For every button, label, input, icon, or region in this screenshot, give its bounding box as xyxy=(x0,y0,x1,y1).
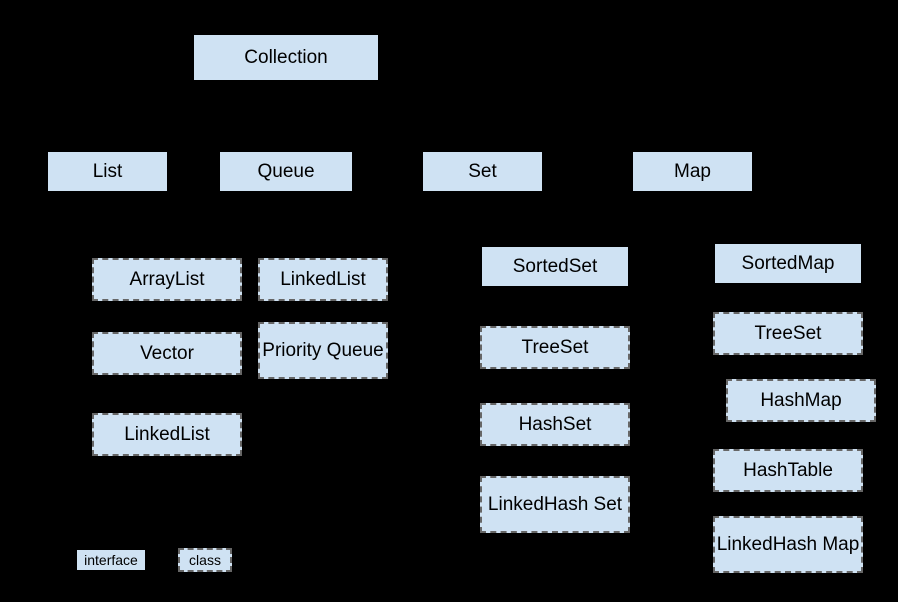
label: interface xyxy=(84,552,138,568)
label: HashSet xyxy=(519,414,592,436)
node-linkedlist-queue: LinkedList xyxy=(258,258,388,301)
node-vector: Vector xyxy=(92,332,242,375)
label: HashMap xyxy=(760,390,841,412)
label: TreeSet xyxy=(522,337,589,359)
node-priorityqueue: Priority Queue xyxy=(258,322,388,379)
label: Vector xyxy=(140,343,194,365)
node-sortedset: SortedSet xyxy=(480,245,630,288)
label: LinkedList xyxy=(124,424,210,446)
legend-class: class xyxy=(178,548,232,572)
node-hashmap: HashMap xyxy=(726,379,876,422)
label: ArrayList xyxy=(130,269,205,291)
node-sortedmap: SortedMap xyxy=(713,242,863,285)
label: SortedSet xyxy=(513,256,598,278)
node-linkedlist-list: LinkedList xyxy=(92,413,242,456)
node-linkedhashset: LinkedHash Set xyxy=(480,476,630,533)
label: Priority Queue xyxy=(262,340,383,362)
label: LinkedList xyxy=(280,269,366,291)
node-list: List xyxy=(46,150,169,193)
node-queue: Queue xyxy=(218,150,354,193)
label: Map xyxy=(674,161,711,183)
label: LinkedHash Set xyxy=(488,494,622,516)
node-set: Set xyxy=(421,150,544,193)
connector-lines xyxy=(0,0,898,602)
legend-interface: interface xyxy=(75,548,147,572)
label: LinkedHash Map xyxy=(717,534,860,556)
label: SortedMap xyxy=(742,253,835,275)
label: Set xyxy=(468,161,497,183)
node-hashset: HashSet xyxy=(480,403,630,446)
label: Collection xyxy=(244,47,327,69)
node-hashtable: HashTable xyxy=(713,449,863,492)
label: class xyxy=(189,552,221,568)
node-linkedhashmap: LinkedHash Map xyxy=(713,516,863,573)
label: HashTable xyxy=(743,460,833,482)
label: TreeSet xyxy=(755,323,822,345)
label: Queue xyxy=(257,161,314,183)
node-arraylist: ArrayList xyxy=(92,258,242,301)
node-treeset-map: TreeSet xyxy=(713,312,863,355)
node-treeset-set: TreeSet xyxy=(480,326,630,369)
label: List xyxy=(93,161,123,183)
node-map: Map xyxy=(631,150,754,193)
node-collection: Collection xyxy=(192,33,380,82)
